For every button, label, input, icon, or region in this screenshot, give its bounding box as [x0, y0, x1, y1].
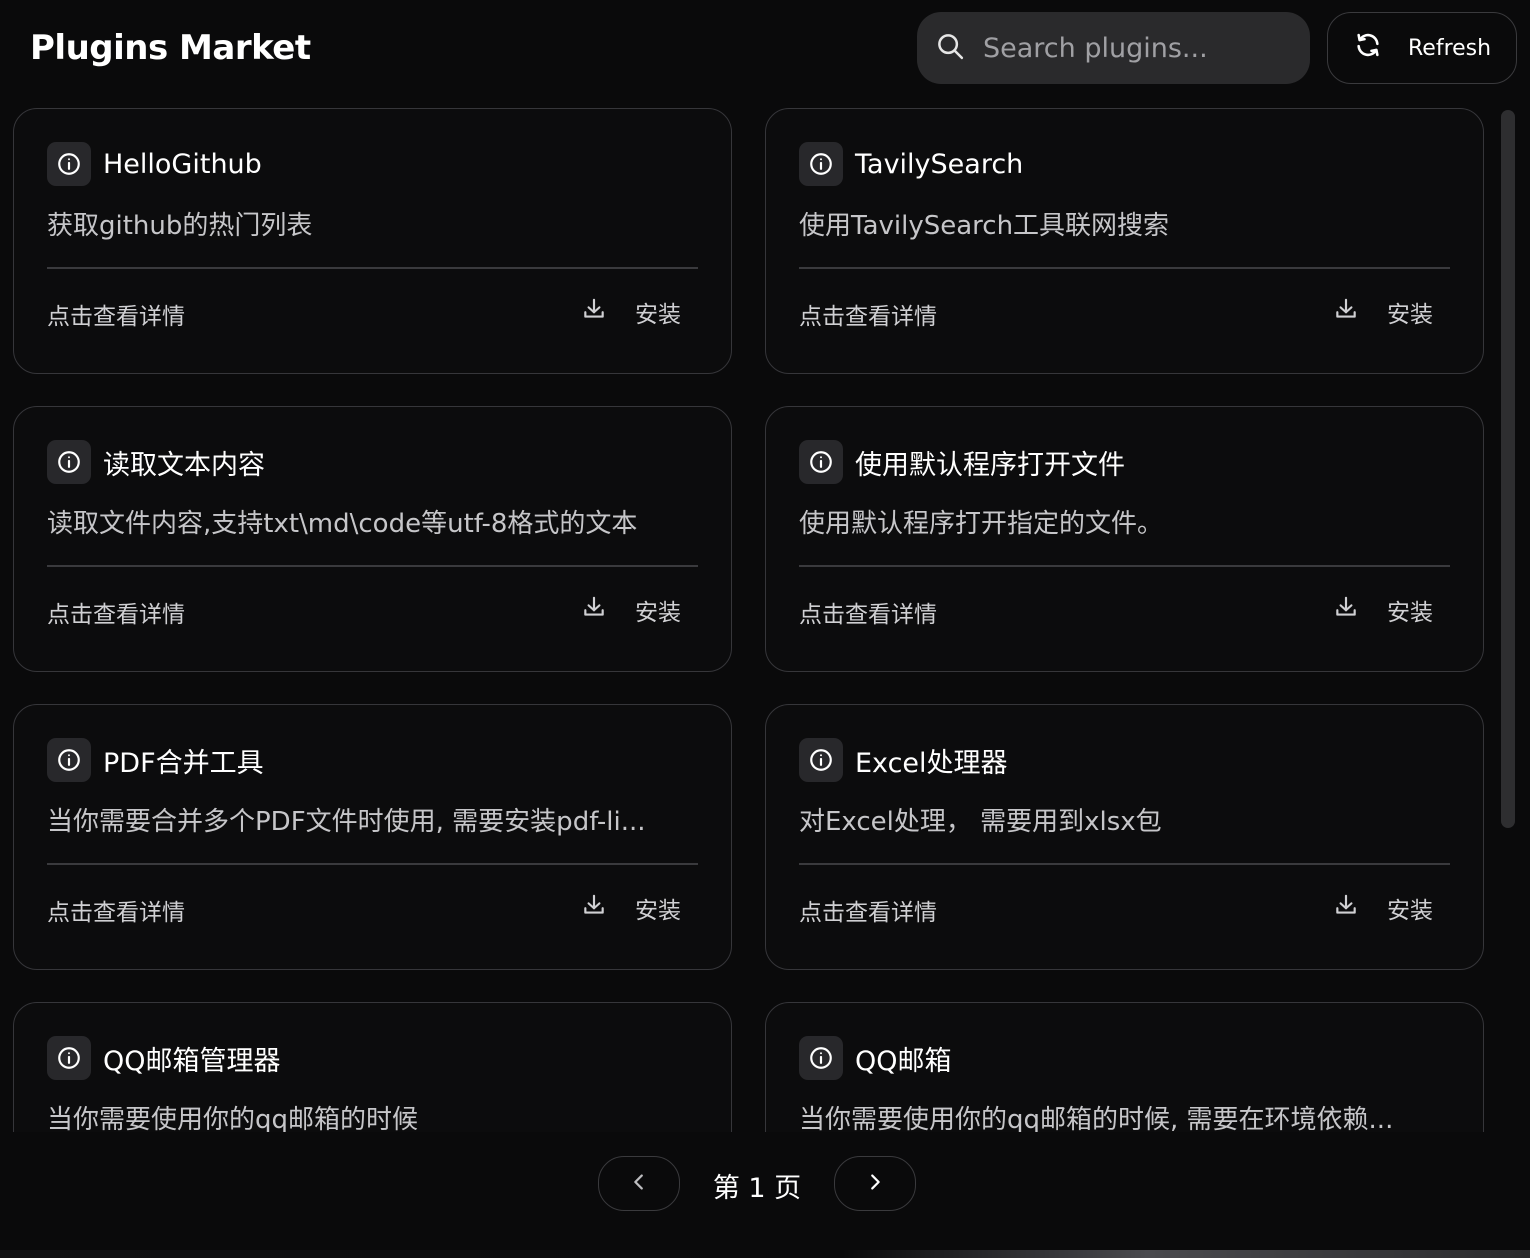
next-page-button[interactable] [834, 1156, 916, 1211]
install-label: 安装 [635, 302, 681, 328]
download-icon [581, 892, 607, 924]
refresh-icon [1354, 31, 1382, 65]
install-label: 安装 [1387, 600, 1433, 626]
download-icon [581, 296, 607, 328]
search-box[interactable] [917, 12, 1310, 84]
refresh-button[interactable]: Refresh [1327, 12, 1517, 84]
install-button[interactable]: 安装 [1333, 593, 1433, 627]
info-icon[interactable] [47, 440, 91, 484]
divider [799, 863, 1450, 865]
plugin-description: 当你需要使用你的qq邮箱的时候, 需要在环境依赖... [799, 1105, 1394, 1132]
plugin-card-header: Excel处理器 [799, 738, 1008, 782]
plugin-name: 使用默认程序打开文件 [855, 449, 1125, 481]
view-details-link[interactable]: 点击查看详情 [799, 595, 937, 629]
view-details-link[interactable]: 点击查看详情 [47, 595, 185, 629]
page-title: Plugins Market [30, 28, 311, 68]
plugin-card-header: 使用默认程序打开文件 [799, 440, 1125, 484]
divider [799, 565, 1450, 567]
info-icon[interactable] [47, 1036, 91, 1080]
plugin-grid: HelloGithub 获取github的热门列表 点击查看详情 安装 TavilySe… [0, 100, 1498, 1132]
plugin-name: PDF合并工具 [103, 747, 264, 779]
info-icon[interactable] [799, 142, 843, 186]
plugin-description: 使用TavilySearch工具联网搜索 [799, 211, 1170, 241]
plugin-card-header: TavilySearch [799, 142, 1023, 186]
install-button[interactable]: 安装 [581, 891, 681, 925]
plugin-card-header: HelloGithub [47, 142, 262, 186]
download-icon [581, 594, 607, 626]
divider [799, 267, 1450, 269]
plugin-name: 读取文本内容 [103, 449, 265, 481]
plugin-card[interactable]: 使用默认程序打开文件使用默认程序打开指定的文件。点击查看详情 安装 [765, 406, 1484, 672]
info-icon[interactable] [47, 142, 91, 186]
plugin-card[interactable]: Excel处理器对Excel处理， 需要用到xlsx包点击查看详情 安装 [765, 704, 1484, 970]
plugin-description: 使用默认程序打开指定的文件。 [799, 509, 1164, 539]
install-label: 安装 [635, 898, 681, 924]
plugin-card[interactable]: PDF合并工具当你需要合并多个PDF文件时使用, 需要安装pdf-li... 点击… [13, 704, 732, 970]
plugin-name: TavilySearch [855, 148, 1024, 180]
plugin-card-header: QQ邮箱管理器 [47, 1036, 281, 1080]
view-details-link[interactable]: 点击查看详情 [799, 297, 937, 331]
info-icon[interactable] [799, 1036, 843, 1080]
refresh-label: Refresh [1408, 35, 1492, 61]
plugin-card-header: PDF合并工具 [47, 738, 264, 782]
plugin-description: 当你需要合并多个PDF文件时使用, 需要安装pdf-li... [47, 807, 646, 837]
view-details-link[interactable]: 点击查看详情 [799, 893, 937, 927]
plugin-card[interactable]: TavilySearch 使用TavilySearch工具联网搜索点击查看详情 安装 [765, 108, 1484, 374]
info-icon[interactable] [47, 738, 91, 782]
bottom-edge [0, 1250, 1530, 1258]
divider [47, 267, 698, 269]
page-indicator: 第 1 页 [712, 1173, 802, 1204]
plugin-card[interactable]: HelloGithub 获取github的热门列表点击查看详情 安装 [13, 108, 732, 374]
divider [47, 863, 698, 865]
install-label: 安装 [635, 600, 681, 626]
download-icon [1333, 594, 1359, 626]
search-icon [935, 31, 965, 65]
view-details-link[interactable]: 点击查看详情 [47, 297, 185, 331]
divider [47, 565, 698, 567]
chevron-left-icon [628, 1171, 650, 1197]
install-label: 安装 [1387, 302, 1433, 328]
plugin-card-header: 读取文本内容 [47, 440, 265, 484]
plugin-description: 当你需要使用你的qq邮箱的时候 [47, 1105, 419, 1132]
install-button[interactable]: 安装 [1333, 295, 1433, 329]
install-button[interactable]: 安装 [581, 593, 681, 627]
info-icon[interactable] [799, 440, 843, 484]
plugin-card[interactable]: 读取文本内容读取文件内容,支持txt\md\code等utf-8格式的文本点击查… [13, 406, 732, 672]
install-button[interactable]: 安装 [1333, 891, 1433, 925]
plugin-name: QQ邮箱管理器 [103, 1045, 281, 1077]
download-icon [1333, 892, 1359, 924]
plugin-name: HelloGithub [103, 148, 262, 180]
plugin-card[interactable]: QQ邮箱当你需要使用你的qq邮箱的时候, 需要在环境依赖...点击查看详情安装 [765, 1002, 1484, 1132]
plugins-market-page: Plugins Market Refresh HelloGithub 获取gith… [0, 0, 1530, 1258]
plugin-description: 读取文件内容,支持txt\md\code等utf-8格式的文本 [47, 509, 638, 539]
plugin-description: 获取github的热门列表 [47, 211, 313, 241]
install-button[interactable]: 安装 [581, 295, 681, 329]
download-icon [1333, 296, 1359, 328]
chevron-right-icon [864, 1171, 886, 1197]
plugin-name: QQ邮箱 [855, 1045, 952, 1077]
plugin-card[interactable]: QQ邮箱管理器当你需要使用你的qq邮箱的时候点击查看详情安装 [13, 1002, 732, 1132]
view-details-link[interactable]: 点击查看详情 [47, 893, 185, 927]
search-input[interactable] [981, 31, 1285, 65]
plugin-name: Excel处理器 [855, 747, 1008, 779]
install-label: 安装 [1387, 898, 1433, 924]
scrollbar-thumb[interactable] [1501, 110, 1515, 828]
info-icon[interactable] [799, 738, 843, 782]
plugin-card-header: QQ邮箱 [799, 1036, 952, 1080]
plugin-description: 对Excel处理， 需要用到xlsx包 [799, 807, 1162, 837]
prev-page-button[interactable] [598, 1156, 680, 1211]
